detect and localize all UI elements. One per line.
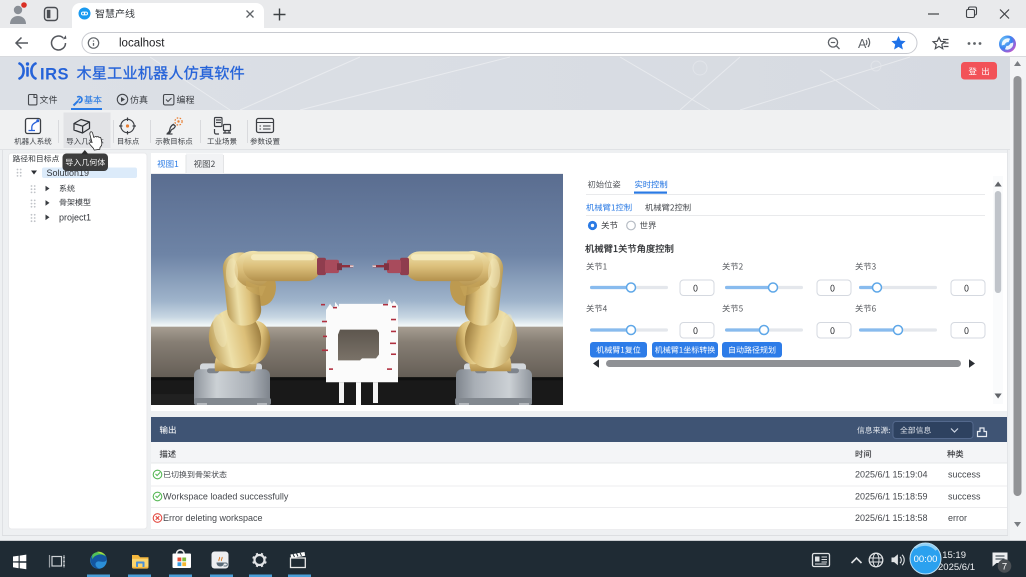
svg-text:2025/6/1 15:18:58: 2025/6/1 15:18:58 <box>855 513 928 523</box>
svg-text:2025/6/1: 2025/6/1 <box>938 562 975 573</box>
svg-text:project1: project1 <box>59 213 91 223</box>
svg-text:localhost: localhost <box>119 38 165 50</box>
svg-text:2025/6/1 15:18:59: 2025/6/1 15:18:59 <box>855 492 928 502</box>
svg-text:success: success <box>948 492 981 502</box>
svg-text:success: success <box>948 470 981 480</box>
svg-text:A: A <box>858 37 867 51</box>
svg-text:15:19: 15:19 <box>942 550 966 561</box>
svg-text:7: 7 <box>1002 562 1007 573</box>
svg-text:error: error <box>948 513 967 523</box>
svg-text:Error deleting workspace: Error deleting workspace <box>163 513 263 523</box>
svg-text:Workspace loaded successfully: Workspace loaded successfully <box>163 492 289 502</box>
svg-text:00:00: 00:00 <box>914 554 938 565</box>
svg-text:2025/6/1 15:19:04: 2025/6/1 15:19:04 <box>855 470 928 480</box>
svg-text:IRS: IRS <box>40 66 69 84</box>
